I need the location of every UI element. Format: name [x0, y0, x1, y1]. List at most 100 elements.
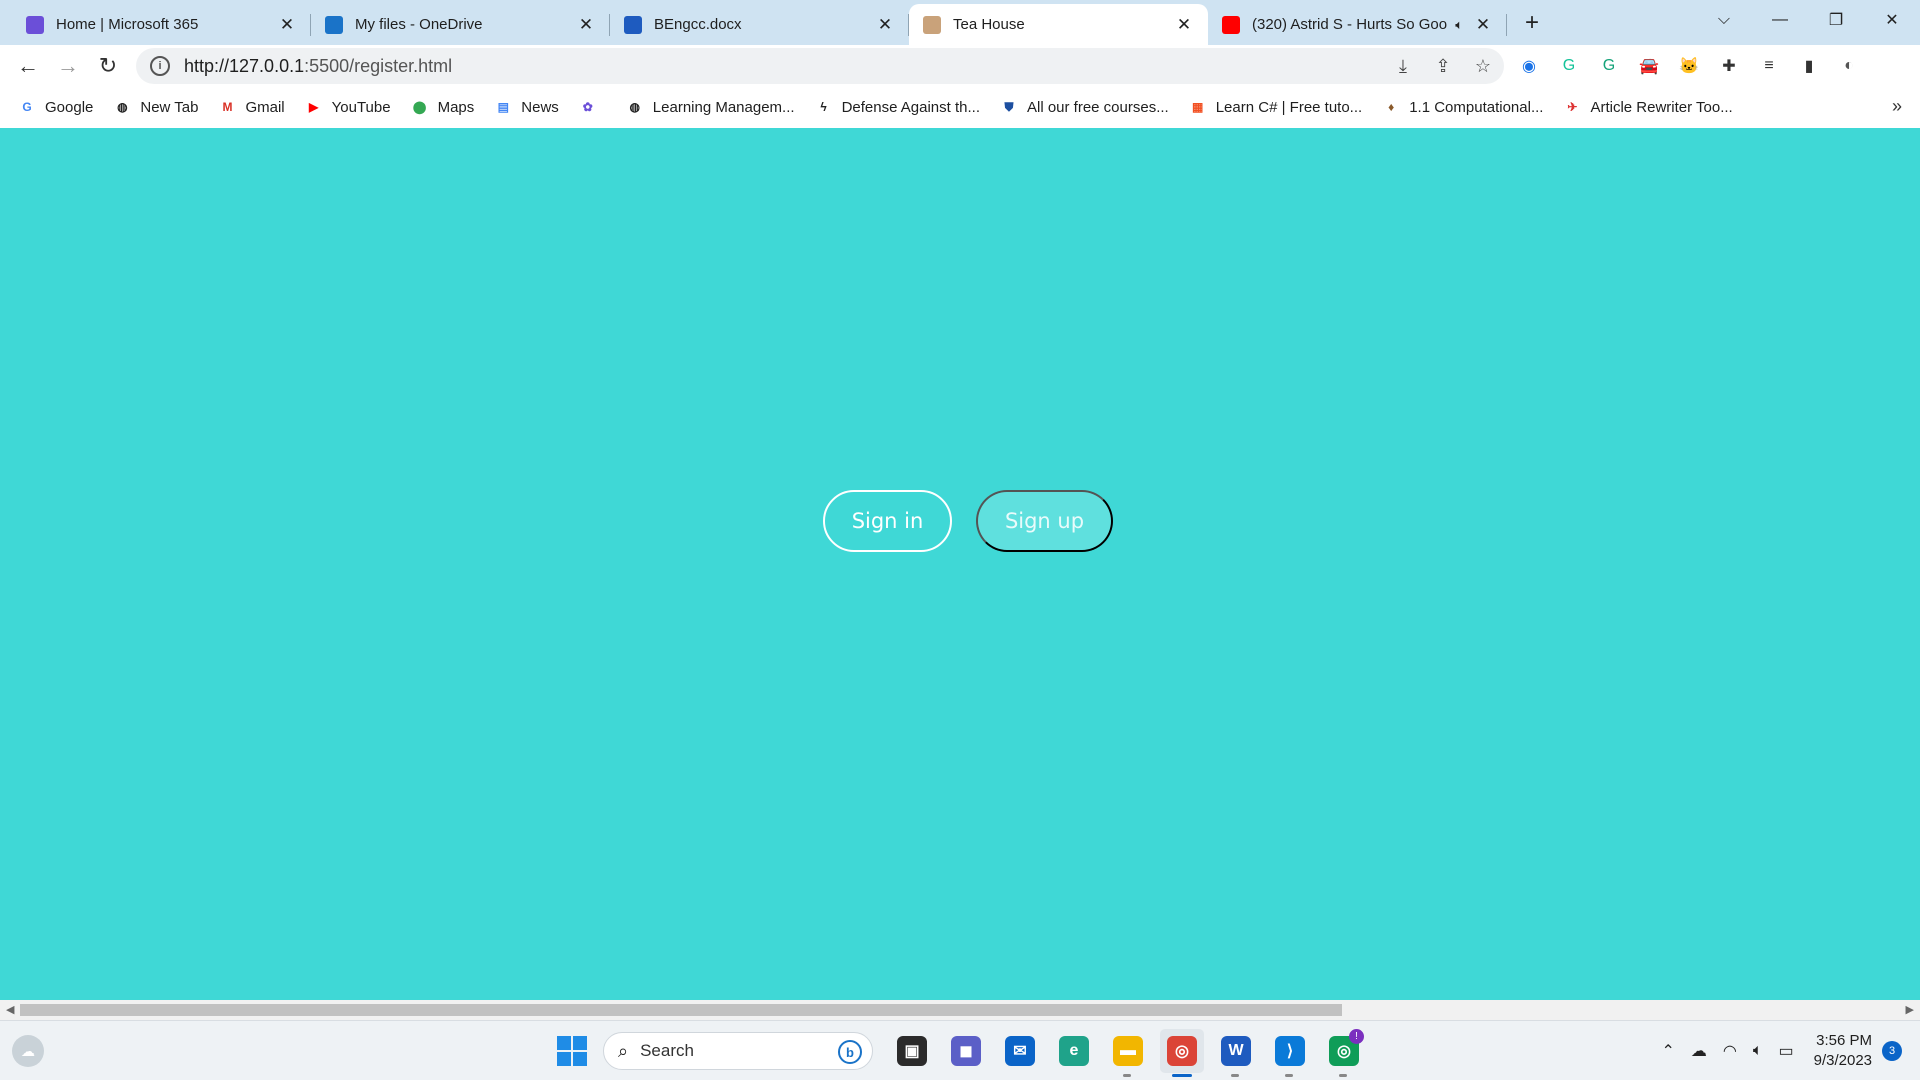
app-badge: ! — [1349, 1029, 1364, 1044]
tab-title: (320) Astrid S - Hurts So Goo — [1252, 16, 1448, 33]
media-control-icon[interactable]: ≡ — [1755, 52, 1783, 80]
bookmark-item[interactable]: ✿ — [579, 98, 606, 116]
forward-button[interactable]: → — [48, 48, 88, 84]
reload-button[interactable]: ↻ — [88, 48, 128, 84]
minimize-button[interactable]: — — [1752, 0, 1808, 40]
address-bar[interactable]: i http://127.0.0.1:5500/register.html ⤓ … — [136, 48, 1504, 84]
browser-tab[interactable]: Tea House ✕ — [909, 4, 1208, 45]
notification-badge[interactable]: 3 — [1882, 1041, 1902, 1061]
grammarly-extension-icon[interactable]: G — [1555, 52, 1583, 80]
word-icon: W — [1221, 1036, 1251, 1066]
chrome-icon: ◎ — [1167, 1036, 1197, 1066]
restore-button[interactable]: ❐ — [1808, 0, 1864, 40]
taskbar-apps: ▣ ◼ ✉ e ▬ ◎ W ⟩ ◎! — [885, 1029, 1371, 1077]
weather-widget-icon[interactable]: ☁ — [12, 1035, 44, 1067]
bookmark-item[interactable]: ▶ YouTube — [305, 98, 391, 116]
volume-icon[interactable]: 🔈︎ — [1753, 1042, 1763, 1060]
taskbar-clock[interactable]: 3:56 PM 9/3/2023 — [1814, 1031, 1872, 1071]
bookmark-item[interactable]: ϟ Defense Against th... — [815, 98, 980, 116]
side-panel-icon[interactable]: ▮ — [1795, 52, 1823, 80]
onedrive-cloud-icon — [325, 15, 343, 34]
bookmarks-overflow-button[interactable]: » — [1892, 96, 1902, 117]
start-button[interactable] — [557, 1036, 587, 1066]
bookmark-label: 1.1 Computational... — [1409, 98, 1544, 116]
bookmark-item[interactable]: G Google — [18, 98, 93, 116]
share-icon[interactable]: ⇪ — [1430, 56, 1456, 77]
shield-icon: ⛊ — [1004, 99, 1014, 114]
close-window-button[interactable]: ✕ — [1864, 0, 1920, 40]
close-tab-icon[interactable]: ✕ — [1473, 15, 1493, 35]
search-icon: ⌕ — [618, 1040, 629, 1061]
task-view-icon: ▣ — [897, 1036, 927, 1066]
running-indicator — [1339, 1074, 1347, 1077]
grammarly-go-extension-icon[interactable]: G — [1595, 52, 1623, 80]
profile-avatar-icon[interactable]: ◐ — [1835, 52, 1863, 80]
close-tab-icon[interactable]: ✕ — [875, 15, 895, 35]
onedrive-tray-icon[interactable]: ☁ — [1691, 1041, 1707, 1061]
sign-up-button[interactable]: Sign up — [976, 490, 1113, 552]
mail-taskbar-button[interactable]: ✉ — [998, 1029, 1042, 1073]
close-tab-icon[interactable]: ✕ — [1174, 15, 1194, 35]
install-app-icon[interactable]: ⤓ — [1390, 56, 1416, 77]
screencast-extension-icon[interactable]: ◉ — [1515, 52, 1543, 80]
bookmark-item[interactable]: ◍ Learning Managem... — [626, 98, 795, 116]
word-taskbar-button[interactable]: W — [1214, 1029, 1258, 1077]
copilot-icon: ✿ — [582, 100, 593, 114]
browser-tab[interactable]: BEngcc.docx ✕ — [610, 4, 909, 45]
close-tab-icon[interactable]: ✕ — [277, 15, 297, 35]
url-host: http://127.0.0.1 — [184, 55, 305, 76]
cat-extension-icon[interactable]: 🐱 — [1675, 52, 1703, 80]
edge-taskbar-button[interactable]: e — [1052, 1029, 1096, 1073]
chrome-taskbar-button[interactable]: ◎ — [1160, 1029, 1204, 1077]
bookmark-item[interactable]: ♦ 1.1 Computational... — [1382, 98, 1543, 116]
bookmark-item[interactable]: ◍ New Tab — [113, 98, 198, 116]
bookmark-item[interactable]: M Gmail — [218, 98, 284, 116]
running-indicator — [1285, 1074, 1293, 1077]
file-explorer-taskbar-button[interactable]: ▬ — [1106, 1029, 1150, 1077]
bookmark-label: New Tab — [140, 98, 199, 116]
taskbar-search-box[interactable]: ⌕ Search b — [603, 1032, 873, 1070]
horizontal-scrollbar[interactable]: ◀ ▶ — [0, 1000, 1920, 1020]
sign-in-button[interactable]: Sign in — [823, 490, 952, 552]
scroll-right-icon[interactable]: ▶ — [1906, 1003, 1914, 1016]
scrollbar-thumb[interactable] — [20, 1004, 1342, 1016]
mail-icon: ✉ — [1005, 1036, 1035, 1066]
globe-icon: ◍ — [629, 100, 641, 114]
bing-icon[interactable]: b — [838, 1040, 862, 1064]
vscode-taskbar-button[interactable]: ⟩ — [1268, 1029, 1312, 1077]
tab-search-button[interactable]: ⌵ — [1696, 0, 1752, 40]
bookmark-label: News — [521, 98, 559, 116]
browser-tab[interactable]: (320) Astrid S - Hurts So Goo 🔈︎ ✕ — [1208, 4, 1507, 45]
chrome-profile-taskbar-button[interactable]: ◎! — [1322, 1029, 1366, 1077]
browser-tab[interactable]: My files - OneDrive ✕ — [311, 4, 610, 45]
taskbar-search-label: Search — [640, 1041, 694, 1060]
close-tab-icon[interactable]: ✕ — [576, 15, 596, 35]
page-viewport: Sign in Sign up — [0, 128, 1920, 1000]
file-explorer-icon: ▬ — [1113, 1036, 1143, 1066]
bookmark-item[interactable]: ✈ Article Rewriter Too... — [1563, 98, 1732, 116]
scroll-left-icon[interactable]: ◀ — [6, 1003, 14, 1016]
tab-title: Tea House — [953, 16, 1025, 33]
show-hidden-icons-icon[interactable]: ⌃ — [1662, 1041, 1675, 1061]
bookmark-item[interactable]: ⛊ All our free courses... — [1000, 98, 1168, 116]
task-view-taskbar-button[interactable]: ▣ — [890, 1029, 934, 1073]
url-text[interactable]: http://127.0.0.1:5500/register.html — [184, 56, 452, 77]
battery-charging-icon[interactable]: ▭ — [1778, 1041, 1793, 1061]
new-tab-button[interactable]: + — [1513, 4, 1551, 42]
site-info-icon[interactable]: i — [150, 56, 170, 76]
bookmark-star-icon[interactable]: ☆ — [1470, 56, 1496, 77]
tab-audio-icon[interactable]: 🔈︎ — [1455, 17, 1463, 33]
forward-arrow-icon: → — [57, 52, 79, 78]
tab-separator — [1506, 14, 1507, 36]
back-button[interactable]: ← — [8, 48, 48, 84]
extensions-puzzle-icon[interactable]: ✚ — [1715, 52, 1743, 80]
tea-house-favicon — [923, 15, 941, 34]
bookmark-item[interactable]: ▦ Learn C# | Free tuto... — [1189, 98, 1362, 116]
car-extension-icon[interactable]: 🚘 — [1635, 52, 1663, 80]
browser-tab[interactable]: Home | Microsoft 365 ✕ — [12, 4, 311, 45]
bookmark-item[interactable]: ⬤ Maps — [411, 98, 474, 116]
wifi-icon[interactable]: ◠ — [1723, 1041, 1737, 1061]
bookmark-label: Gmail — [245, 98, 285, 116]
teams-chat-taskbar-button[interactable]: ◼ — [944, 1029, 988, 1073]
bookmark-item[interactable]: ▤ News — [494, 98, 559, 116]
